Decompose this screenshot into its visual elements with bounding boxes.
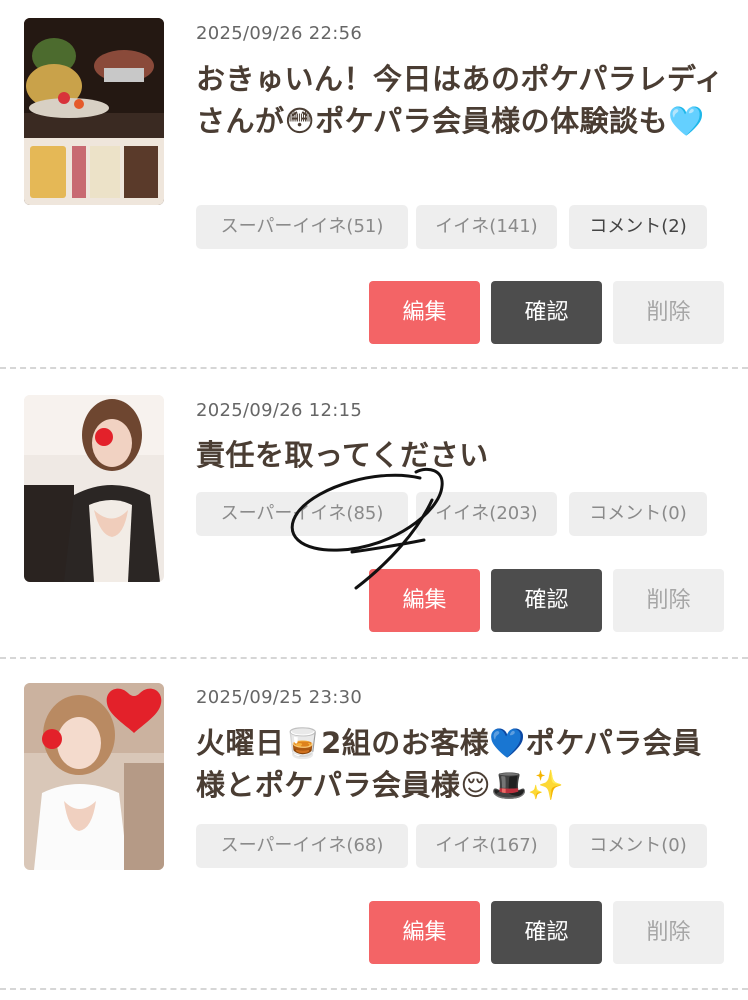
food-photo-icon [24,18,164,205]
edit-button[interactable]: 編集 [369,901,480,964]
post-thumbnail[interactable] [24,395,164,582]
comment-chip[interactable]: コメント(0) [569,824,707,868]
like-chip[interactable]: イイネ(203) [416,492,557,536]
post-thumbnail[interactable] [24,18,164,205]
check-button[interactable]: 確認 [491,569,602,632]
post-divider [0,367,748,369]
delete-button[interactable]: 削除 [613,281,724,344]
edit-button[interactable]: 編集 [369,569,480,632]
delete-button[interactable]: 削除 [613,901,724,964]
post-divider [0,657,748,659]
portrait-photo-icon [24,395,164,582]
comment-chip[interactable]: コメント(0) [569,492,707,536]
comment-chip[interactable]: コメント(2) [569,205,707,249]
post-divider [0,988,748,990]
post-title[interactable]: 責任を取ってください [196,434,726,476]
post-title[interactable]: おきゅいん！今日はあのポケパラレディさんが😳ポケパラ会員様の体験談も🩵 [196,58,726,142]
delete-button[interactable]: 削除 [613,569,724,632]
post-date: 2025/09/25 23:30 [196,687,363,708]
super-like-chip[interactable]: スーパーイイネ(68) [196,824,408,868]
post-title[interactable]: 火曜日🥃2組のお客様💙ポケパラ会員様とポケパラ会員様😌🎩✨ [196,722,726,806]
post-thumbnail[interactable] [24,683,164,870]
like-chip[interactable]: イイネ(141) [416,205,557,249]
super-like-chip[interactable]: スーパーイイネ(85) [196,492,408,536]
like-chip[interactable]: イイネ(167) [416,824,557,868]
post-date: 2025/09/26 22:56 [196,23,363,44]
post-date: 2025/09/26 12:15 [196,400,363,421]
portrait-photo-icon [24,683,164,870]
edit-button[interactable]: 編集 [369,281,480,344]
check-button[interactable]: 確認 [491,281,602,344]
super-like-chip[interactable]: スーパーイイネ(51) [196,205,408,249]
check-button[interactable]: 確認 [491,901,602,964]
